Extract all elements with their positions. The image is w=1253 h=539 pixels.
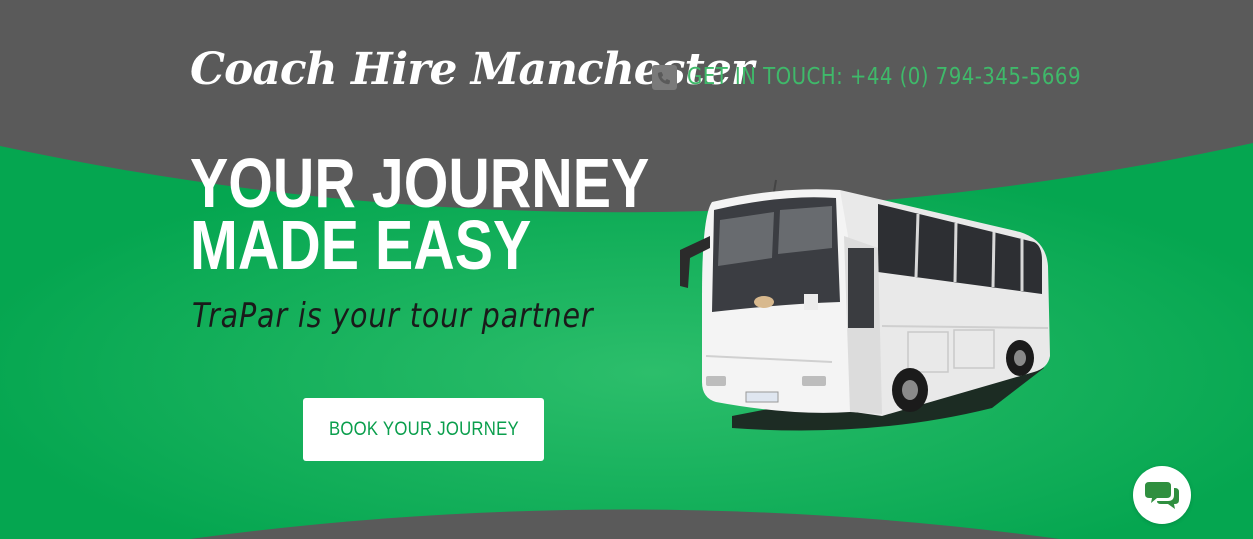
phone-square-icon [652, 64, 677, 90]
coach-bus-image [680, 179, 1050, 431]
book-journey-button[interactable]: BOOK YOUR JOURNEY [303, 398, 544, 461]
contact-phone-text[interactable]: GET IN TOUCH: +44 (0) 794-345-5669 [687, 64, 1081, 90]
book-journey-label: BOOK YOUR JOURNEY [328, 418, 519, 440]
headline-line-2: MADE EASY [190, 206, 532, 284]
contact-info[interactable]: GET IN TOUCH: +44 (0) 794-345-5669 [652, 60, 1145, 94]
hero-tagline: TraPar is your tour partner [192, 296, 594, 336]
hero-headline: YOUR JOURNEY MADE EASY [190, 144, 650, 284]
headline-line-1: YOUR JOURNEY [190, 144, 650, 222]
chat-button[interactable] [1133, 466, 1191, 524]
chat-bubbles-icon [1145, 482, 1179, 509]
